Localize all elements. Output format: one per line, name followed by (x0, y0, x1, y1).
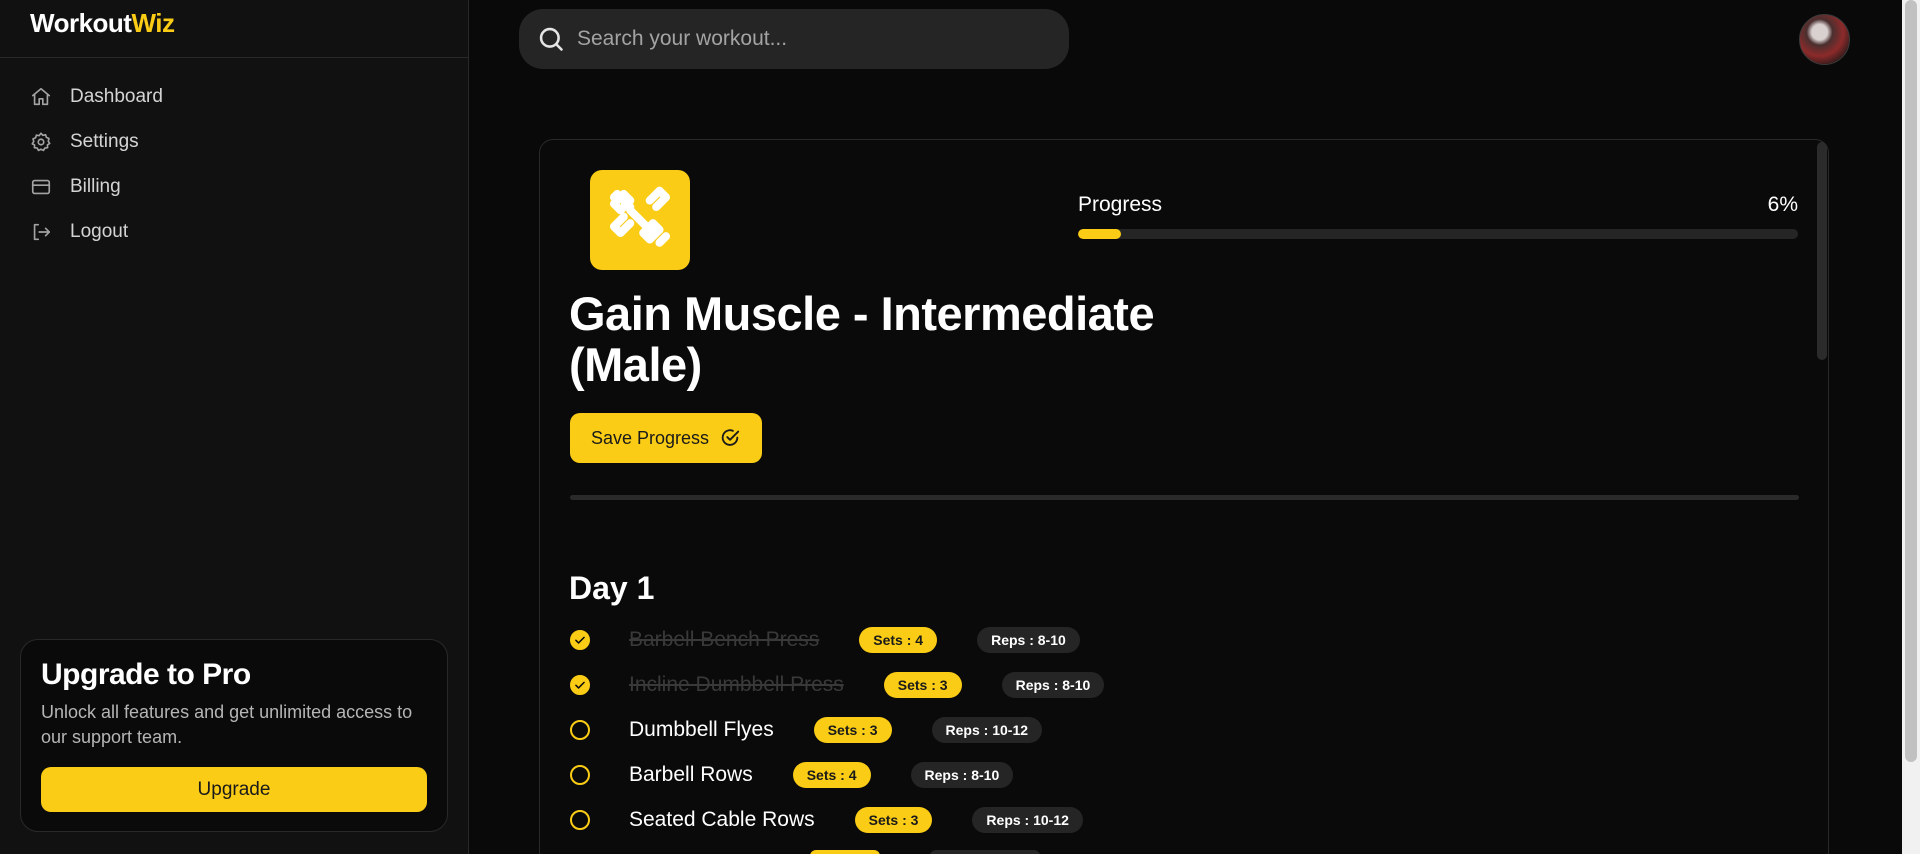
progress-bar-fill (1078, 229, 1122, 239)
logo-text-wiz: Wiz (131, 8, 175, 38)
sets-badge: Sets : 4 (792, 761, 871, 788)
dumbbell-icon (609, 186, 671, 247)
sidebar-item-logout[interactable]: Logout (30, 209, 450, 254)
sidebar-item-label: Billing (70, 175, 121, 197)
sidebar-item-label: Settings (70, 130, 139, 152)
exercise-checkbox[interactable] (570, 674, 590, 695)
reps-badge: Reps : 8-10 (1001, 671, 1105, 698)
upgrade-title: Upgrade to Pro (41, 658, 251, 691)
reps-badge: Reps : 8-10 (910, 761, 1014, 788)
next-row-sets-badge-partial (810, 850, 880, 854)
exercise-row: Barbell Bench Press Sets : 4 Reps : 8-10 (570, 617, 1104, 662)
exercise-checkbox[interactable] (570, 719, 590, 740)
exercise-row: Seated Cable Rows Sets : 3 Reps : 10-12 (570, 797, 1104, 842)
exercise-list: Barbell Bench Press Sets : 4 Reps : 8-10… (570, 617, 1105, 842)
sidebar-item-label: Logout (70, 220, 129, 242)
sidebar-item-dashboard[interactable]: Dashboard (30, 74, 450, 119)
check-circle-icon (721, 429, 740, 446)
sidebar-item-label: Dashboard (70, 85, 163, 107)
credit-card-icon (31, 179, 51, 194)
logout-icon (33, 223, 51, 240)
exercise-name: Dumbbell Flyes (629, 717, 774, 741)
exercise-name: Incline Dumbbell Press (629, 672, 844, 696)
page-scrollbar-thumb[interactable] (1905, 0, 1917, 762)
exercise-row: Incline Dumbbell Press Sets : 3 Reps : 8… (570, 662, 1105, 707)
sidebar-nav: Dashboard Settings Billing Logout (30, 74, 450, 254)
exercise-checkbox[interactable] (570, 809, 590, 830)
search-input[interactable] (577, 27, 1037, 51)
avatar[interactable] (1799, 14, 1850, 65)
save-progress-button[interactable]: Save Progress (570, 413, 762, 463)
reps-badge: Reps : 10-12 (931, 716, 1043, 743)
progress-bar (1078, 229, 1798, 239)
plan-icon-tile (590, 170, 690, 270)
exercise-name: Barbell Bench Press (629, 627, 820, 651)
next-row-reps-badge-partial (930, 850, 1040, 854)
card-scrollbar[interactable] (1817, 142, 1827, 360)
exercise-row: Dumbbell Flyes Sets : 3 Reps : 10-12 (570, 707, 1104, 752)
exercise-name: Seated Cable Rows (629, 807, 815, 831)
progress-value: 6% (1767, 193, 1798, 216)
page-title: Gain Muscle - Intermediate (Male) (569, 287, 1155, 391)
save-progress-label: Save Progress (590, 427, 710, 448)
day-title: Day 1 (569, 570, 655, 606)
exercise-name: Barbell Rows (629, 762, 753, 786)
app-logo[interactable]: WorkoutWiz (30, 8, 175, 42)
sidebar: WorkoutWiz Dashboard Settings Billing Lo… (0, 0, 469, 854)
gear-icon (31, 131, 51, 151)
section-divider (570, 495, 1799, 500)
home-icon (31, 87, 51, 105)
sets-badge: Sets : 3 (854, 806, 933, 833)
progress-label: Progress (1078, 193, 1163, 216)
logo-text-workout: Workout (30, 8, 132, 38)
reps-badge: Reps : 8-10 (977, 626, 1080, 653)
search-icon (539, 27, 563, 51)
exercise-row: Barbell Rows Sets : 4 Reps : 8-10 (570, 752, 1104, 797)
upgrade-description: Unlock all features and get unlimited ac… (41, 702, 413, 747)
checkmark-icon (575, 681, 585, 689)
reps-badge: Reps : 10-12 (972, 806, 1083, 833)
exercise-checkbox[interactable] (570, 764, 590, 785)
sidebar-item-billing[interactable]: Billing (30, 164, 450, 209)
exercise-checkbox[interactable] (570, 629, 590, 650)
sets-badge: Sets : 3 (813, 716, 892, 743)
upgrade-button[interactable]: Upgrade (41, 767, 427, 812)
search-bar[interactable] (519, 9, 1069, 69)
sidebar-divider (0, 57, 468, 58)
sidebar-item-settings[interactable]: Settings (30, 119, 450, 164)
upgrade-card: Upgrade to Pro Unlock all features and g… (20, 639, 448, 832)
sets-badge: Sets : 3 (883, 671, 962, 698)
checkmark-icon (575, 636, 585, 644)
sets-badge: Sets : 4 (859, 626, 938, 653)
